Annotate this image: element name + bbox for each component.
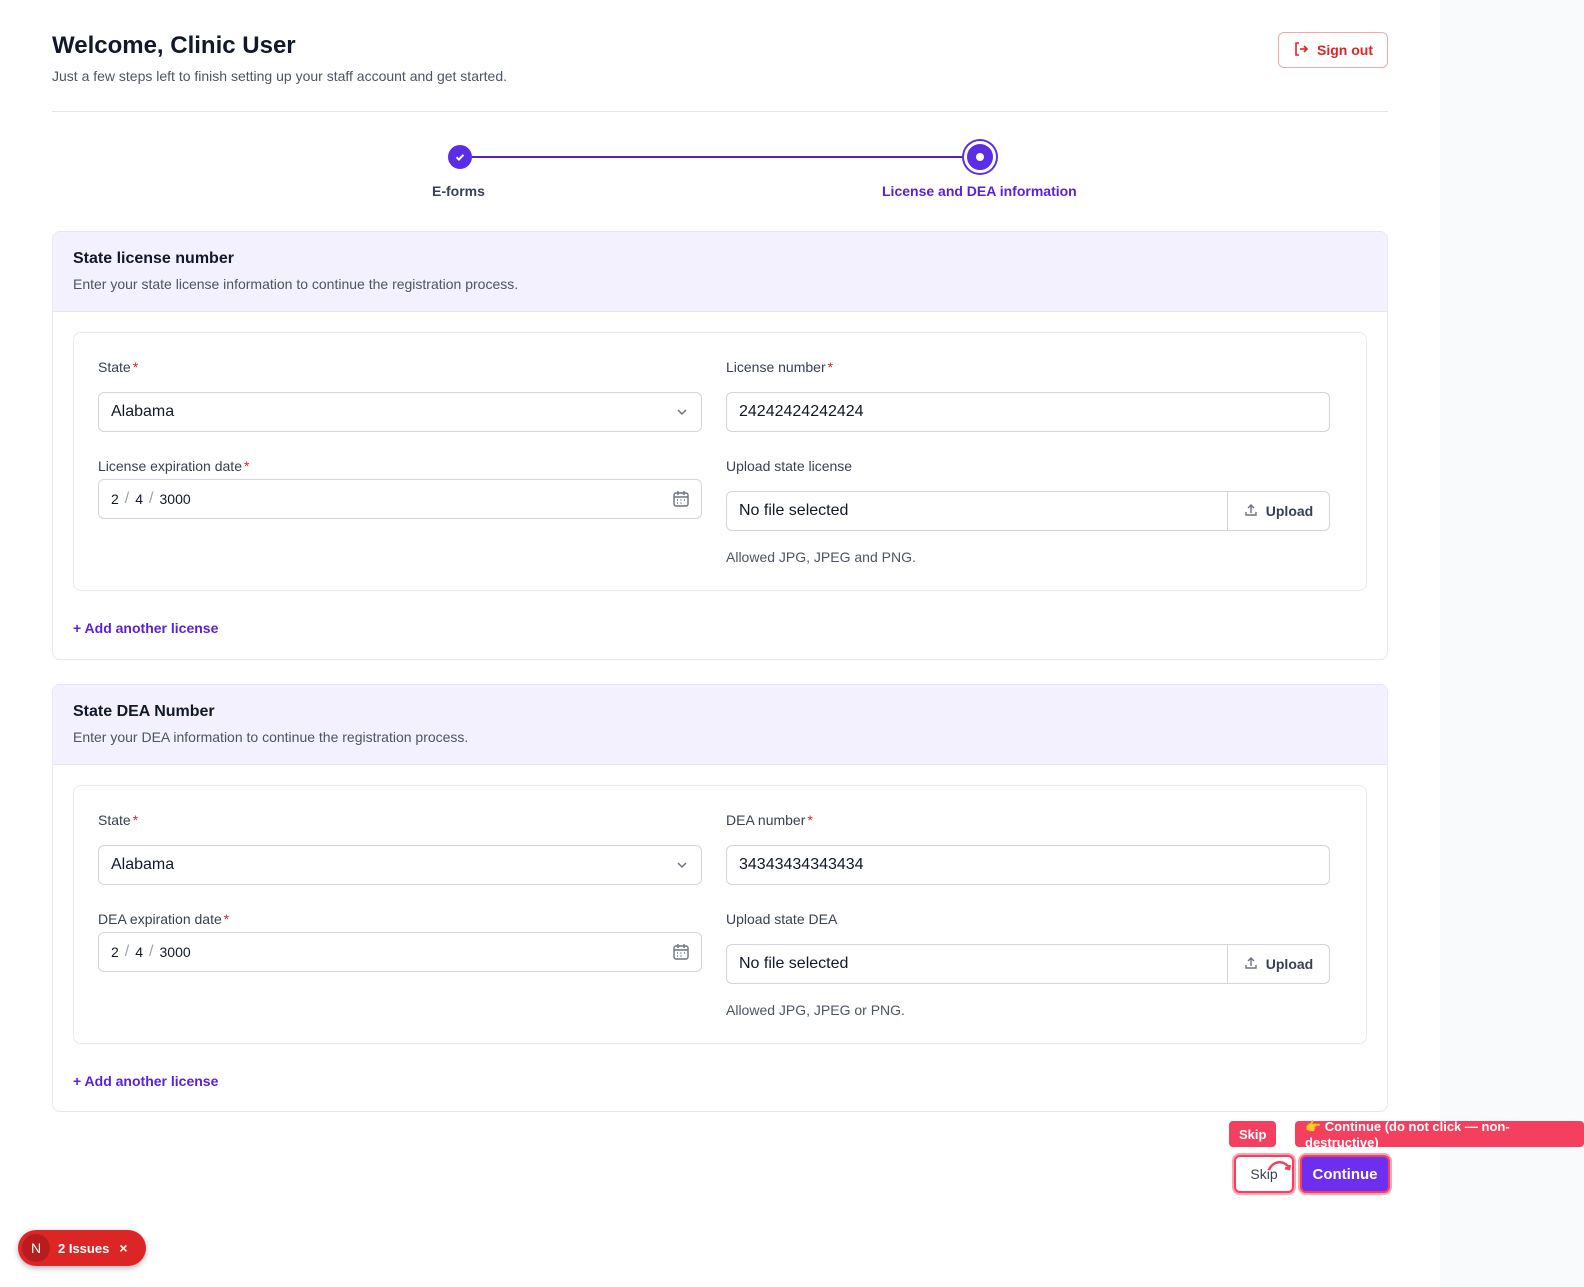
state-dea-description: Enter your DEA information to continue t…	[73, 729, 469, 745]
dea-state-label: State *	[98, 812, 139, 828]
step-label-license-dea: License and DEA information	[882, 183, 1077, 199]
license-expiration-date-input[interactable]: 2 / 4 / 3000	[98, 479, 702, 519]
license-state-value: Alabama	[111, 403, 175, 420]
state-license-card-header: State license number Enter your state li…	[53, 232, 1387, 312]
step-complete-check-icon	[448, 145, 472, 169]
license-upload-label: Upload	[1265, 503, 1314, 519]
state-dea-title: State DEA Number	[73, 703, 215, 720]
state-dea-card: State DEA Number Enter your DEA informat…	[52, 684, 1388, 1112]
date-separator: /	[149, 490, 154, 507]
step-label-eforms: E-forms	[432, 183, 485, 199]
continue-button[interactable]: Continue	[1300, 1155, 1390, 1193]
date-separator: /	[124, 490, 130, 507]
dea-upload-label: Upload	[1265, 956, 1314, 972]
calendar-icon[interactable]	[671, 489, 691, 514]
state-license-title: State license number	[73, 250, 234, 267]
sign-out-label: Sign out	[1317, 42, 1373, 58]
dea-exp-year: 3000	[159, 944, 191, 960]
dea-number-input[interactable]: 34343434343434	[726, 845, 1330, 885]
license-state-label: State *	[98, 359, 139, 375]
date-separator: /	[124, 943, 130, 960]
dea-state-select[interactable]: Alabama	[98, 845, 702, 885]
dea-exp-day: 4	[135, 944, 144, 960]
dea-number-label: DEA number *	[726, 812, 813, 828]
license-state-select[interactable]: Alabama	[98, 392, 702, 432]
dea-expiration-date-input[interactable]: 2 / 4 / 3000	[98, 932, 702, 972]
license-number-label: License number *	[726, 359, 834, 375]
step-active-indicator	[964, 141, 996, 173]
add-another-license-link[interactable]: + Add another license	[73, 620, 218, 636]
license-exp-year: 3000	[159, 491, 191, 507]
sign-out-icon	[1293, 41, 1309, 60]
upload-state-dea-label: Upload state DEA	[726, 911, 838, 927]
right-gutter	[1440, 0, 1584, 1287]
chevron-down-icon	[675, 405, 689, 424]
upload-icon	[1244, 503, 1258, 520]
calendar-icon[interactable]	[671, 942, 691, 967]
date-separator: /	[149, 943, 154, 960]
page-title: Welcome, Clinic User	[52, 32, 296, 59]
state-license-card: State license number Enter your state li…	[52, 231, 1388, 660]
state-dea-form: State * Alabama DEA number * 3434343434343…	[73, 785, 1367, 1044]
license-exp-month: 2	[111, 491, 119, 507]
state-license-form: State * Alabama License number * 242424242…	[73, 332, 1367, 591]
progress-stepper	[0, 140, 1440, 210]
dea-expiration-label: DEA expiration date *	[98, 911, 230, 927]
dea-exp-month: 2	[111, 944, 119, 960]
state-license-description: Enter your state license information to …	[73, 276, 519, 292]
upload-state-license-label: Upload state license	[726, 458, 853, 474]
add-another-dea-link[interactable]: + Add another license	[73, 1073, 218, 1089]
issues-badge[interactable]: N 2 Issues ×	[18, 1230, 146, 1266]
dea-state-value: Alabama	[111, 856, 175, 873]
state-dea-card-header: State DEA Number Enter your DEA informat…	[53, 685, 1387, 765]
close-icon[interactable]: ×	[119, 1240, 127, 1256]
dea-file-field: No file selected	[726, 944, 1228, 984]
continue-annotation-tag: 👉 Continue (do not click — non-destructi…	[1295, 1119, 1584, 1150]
chevron-down-icon	[675, 858, 689, 877]
upload-icon	[1244, 956, 1258, 973]
skip-annotation-tag: Skip	[1229, 1121, 1277, 1147]
license-upload-button[interactable]: Upload	[1227, 491, 1330, 531]
page-header: Welcome, Clinic User Just a few steps le…	[52, 28, 1388, 112]
issues-avatar: N	[22, 1234, 50, 1262]
sign-out-button[interactable]: Sign out	[1278, 32, 1388, 68]
license-expiration-label: License expiration date *	[98, 458, 250, 474]
dea-upload-button[interactable]: Upload	[1227, 944, 1330, 984]
annotation-arrow-icon	[1265, 1160, 1295, 1185]
license-file-field: No file selected	[726, 491, 1228, 531]
issues-count-label: 2 Issues	[58, 1240, 110, 1256]
license-exp-day: 4	[135, 491, 144, 507]
page-subtitle: Just a few steps left to finish setting …	[52, 68, 507, 84]
license-number-input[interactable]: 24242424242424	[726, 392, 1330, 432]
license-upload-hint: Allowed JPG, JPEG and PNG.	[726, 549, 916, 565]
stepper-connector	[472, 156, 970, 158]
dea-upload-hint: Allowed JPG, JPEG or PNG.	[726, 1002, 905, 1018]
